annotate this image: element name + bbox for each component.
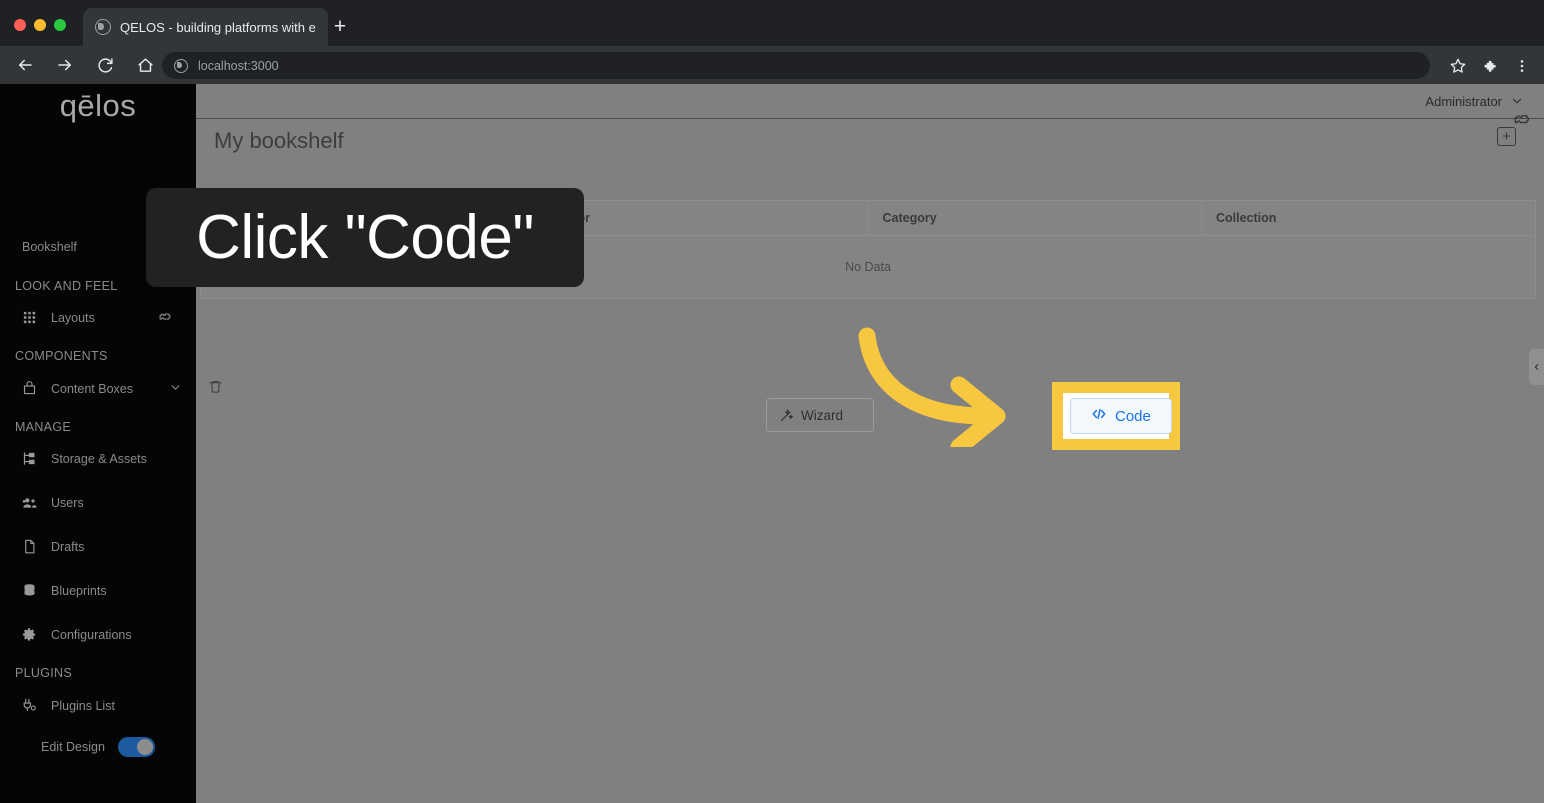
sidebar-item-content-boxes[interactable]: Content Boxes xyxy=(22,381,182,397)
chevron-down-icon[interactable] xyxy=(1510,94,1524,108)
sidebar-item-blueprints[interactable]: Blueprints xyxy=(22,583,182,599)
column-header-collection[interactable]: Collection xyxy=(1201,201,1535,236)
minimize-window-button[interactable] xyxy=(34,19,46,31)
tab-favicon-icon xyxy=(95,19,111,35)
magic-wand-icon xyxy=(779,408,794,423)
sidebar-section-look-and-feel: LOOK AND FEEL xyxy=(15,279,118,293)
browser-window: QELOS - building platforms with e + loca… xyxy=(0,0,1544,803)
column-header-author[interactable]: Author xyxy=(534,201,869,236)
tab-strip: QELOS - building platforms with e + xyxy=(0,0,1544,46)
wizard-button[interactable]: Wizard xyxy=(766,398,874,432)
box-icon xyxy=(22,381,38,397)
curved-arrow-icon xyxy=(851,322,1031,456)
page-title: My bookshelf xyxy=(214,128,344,153)
account-menu-label[interactable]: Administrator xyxy=(1425,94,1502,109)
sidebar-section-manage: MANAGE xyxy=(15,420,71,434)
sidebar-item-label: Plugins List xyxy=(51,699,115,713)
sidebar-section-components: COMPONENTS xyxy=(15,349,108,363)
back-arrow-icon[interactable] xyxy=(10,50,40,80)
star-icon[interactable] xyxy=(1444,52,1472,80)
sidebar-item-label: Users xyxy=(51,496,84,510)
new-tab-button[interactable]: + xyxy=(328,16,352,40)
sidebar-item-drafts[interactable]: Drafts xyxy=(22,539,182,555)
reload-icon[interactable] xyxy=(90,50,120,80)
gear-icon xyxy=(22,627,38,643)
qelos-logo: qēlos xyxy=(59,88,137,123)
action-buttons-row: Wizard xyxy=(766,398,874,432)
three-dot-menu-icon[interactable] xyxy=(1508,52,1536,80)
address-bar[interactable]: localhost:3000 xyxy=(162,52,1430,79)
database-icon xyxy=(22,583,38,599)
sidebar-footer xyxy=(20,799,180,803)
sidebar-item-label: Bookshelf xyxy=(22,240,77,254)
site-globe-icon xyxy=(174,58,188,73)
toolbar-right-actions xyxy=(1444,52,1536,80)
code-button-label: Code xyxy=(1115,407,1151,425)
code-button[interactable]: Code xyxy=(1070,398,1172,434)
sidebar-item-label: Blueprints xyxy=(51,584,107,598)
panel-collapse-handle[interactable] xyxy=(1529,349,1544,385)
sidebar-item-users[interactable]: Users xyxy=(22,495,182,511)
wizard-button-label: Wizard xyxy=(801,407,844,423)
forward-arrow-icon[interactable] xyxy=(50,50,80,80)
sidebar-item-label: Drafts xyxy=(51,540,85,554)
home-icon[interactable] xyxy=(130,50,160,80)
document-icon xyxy=(22,539,38,555)
code-brackets-icon xyxy=(1091,406,1107,426)
maximize-window-button[interactable] xyxy=(54,19,66,31)
sidebar-item-label: Layouts xyxy=(51,311,95,325)
chevron-down-icon[interactable] xyxy=(169,381,182,397)
sidebar-item-plugins-list[interactable]: Plugins List xyxy=(22,698,182,714)
edit-design-label: Edit Design xyxy=(41,740,105,754)
address-bar-url: localhost:3000 xyxy=(198,58,279,73)
sidebar-item-label: Storage & Assets xyxy=(51,452,147,466)
close-window-button[interactable] xyxy=(14,19,26,31)
users-icon xyxy=(22,495,38,511)
column-header-category[interactable]: Category xyxy=(868,201,1202,236)
page-viewport: qēlos Bookshelf LOOK AND FEEL Layouts CO… xyxy=(0,84,1544,803)
sidebar-item-storage-and-assets[interactable]: Storage & Assets xyxy=(22,451,182,467)
edit-design-toggle-row[interactable]: Edit Design xyxy=(41,737,155,757)
app-topbar: Administrator xyxy=(196,84,1544,119)
puzzle-icon[interactable] xyxy=(157,309,172,327)
plus-box-icon[interactable]: + xyxy=(1497,127,1516,146)
grid-icon xyxy=(22,310,38,326)
puzzle-icon[interactable] xyxy=(1476,52,1504,80)
sidebar-item-label: Content Boxes xyxy=(51,382,133,396)
window-traffic-lights xyxy=(14,19,66,31)
sidebar-item-configurations[interactable]: Configurations xyxy=(22,627,182,643)
browser-tab[interactable]: QELOS - building platforms with e xyxy=(83,8,328,46)
storage-icon xyxy=(22,451,38,467)
tab-title: QELOS - building platforms with e xyxy=(120,19,316,35)
sidebar-item-label: Configurations xyxy=(51,628,132,642)
page-corner-tools: + xyxy=(1488,115,1534,154)
edit-design-toggle[interactable] xyxy=(117,737,155,757)
plug-icon xyxy=(22,698,38,714)
instruction-tooltip-text: Click "Code" xyxy=(196,203,534,272)
trash-icon[interactable] xyxy=(208,379,223,399)
sidebar-item-layouts[interactable]: Layouts xyxy=(22,310,182,326)
sidebar-section-plugins: PLUGINS xyxy=(15,666,72,680)
instruction-tooltip: Click "Code" xyxy=(146,188,584,287)
